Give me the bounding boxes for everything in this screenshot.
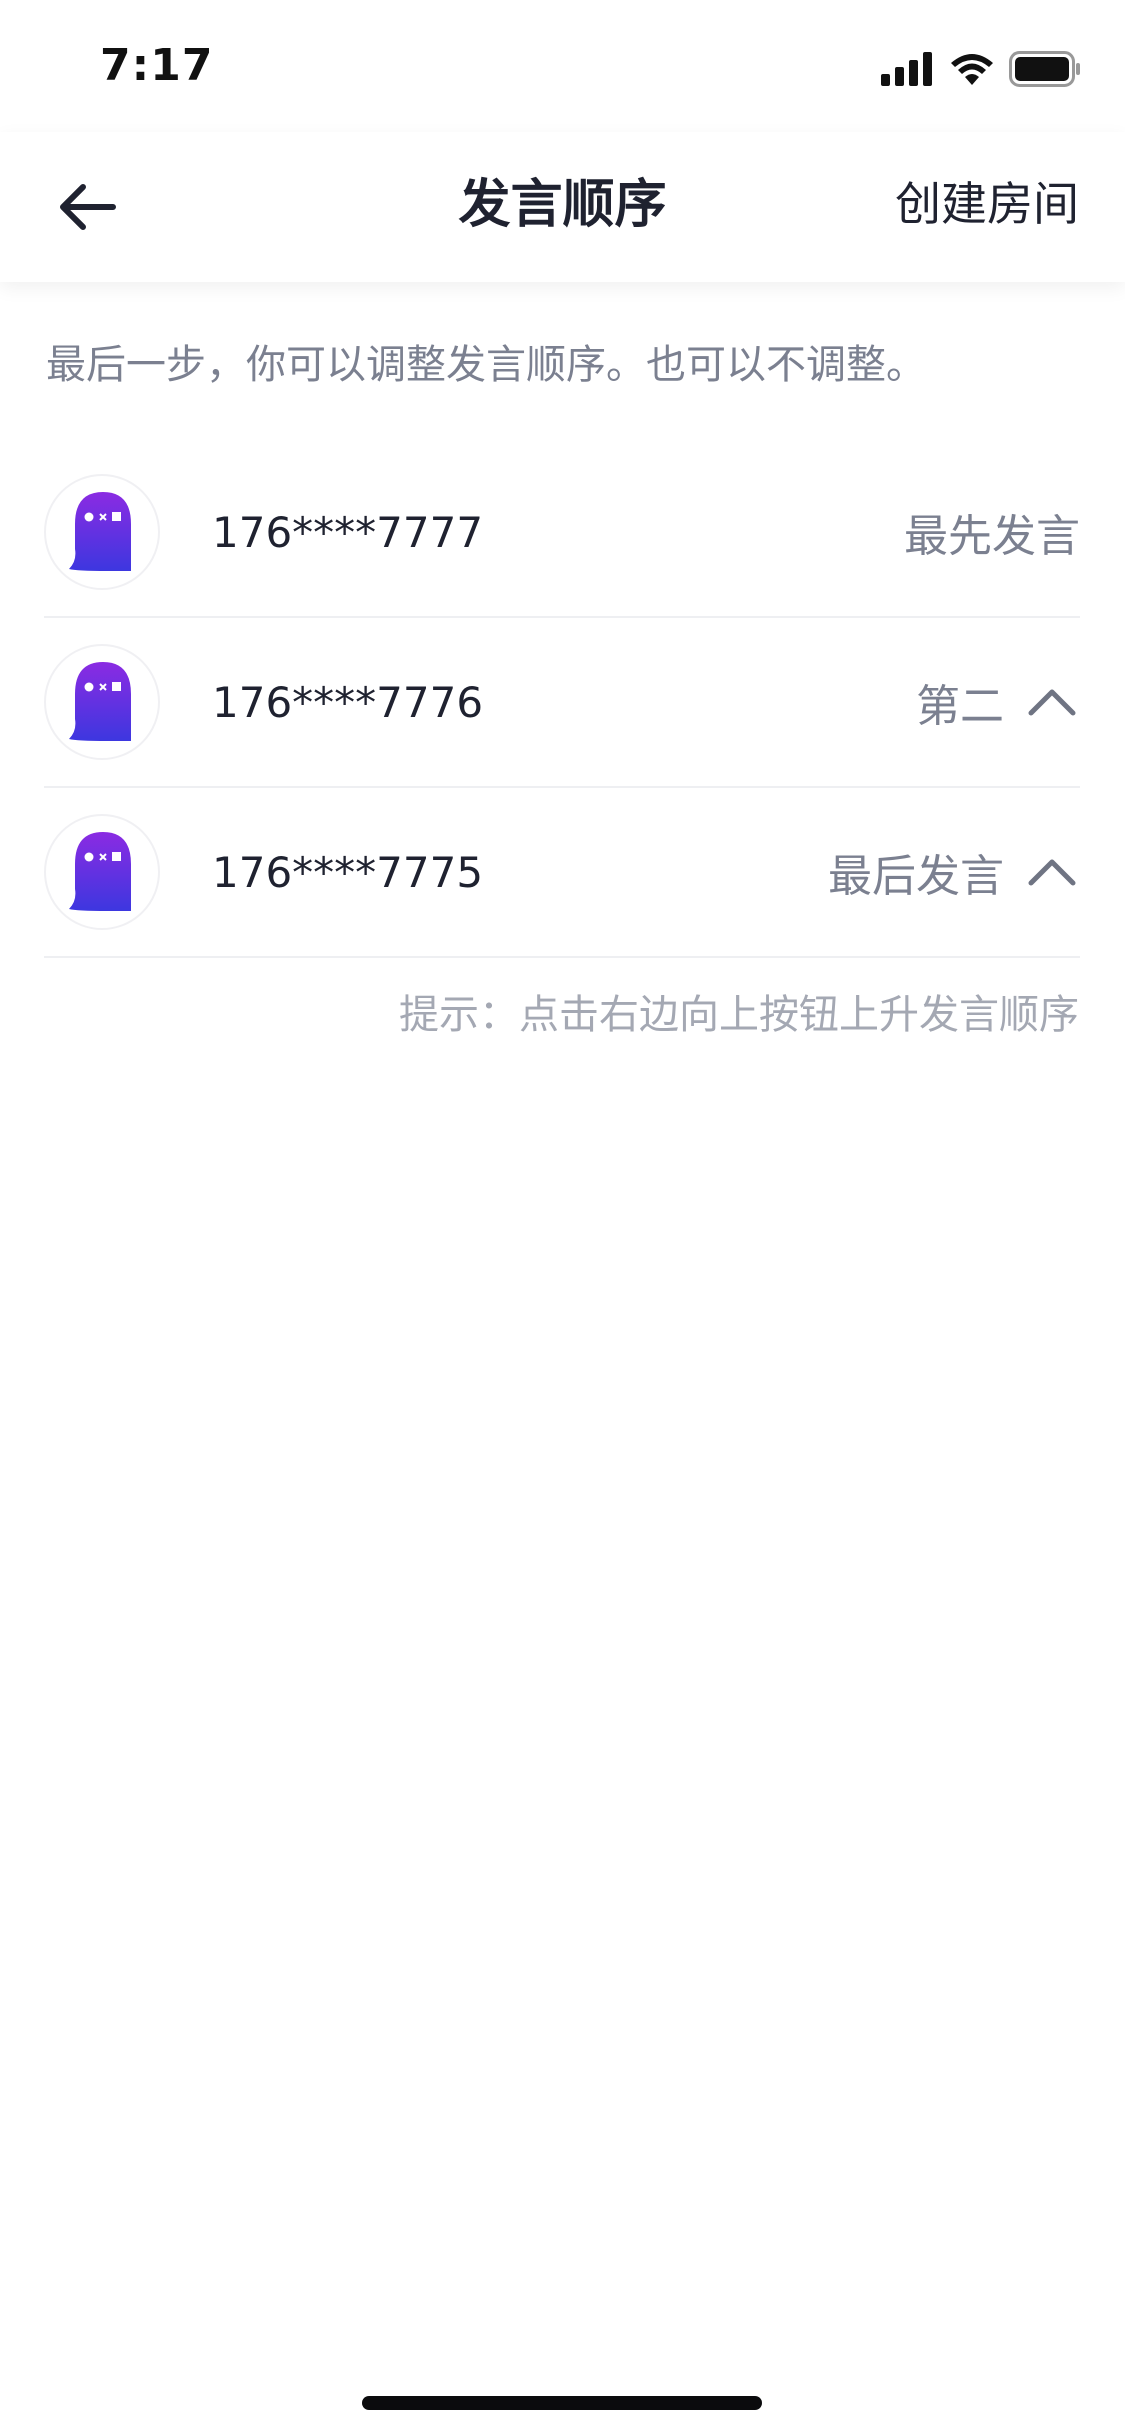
hint-text: 提示：点击右边向上按钮上升发言顺序 <box>399 992 1079 1038</box>
avatar <box>44 814 160 930</box>
signal-icon <box>881 52 932 86</box>
order-label: 最后发言 <box>828 851 1004 902</box>
user-name: 176****7777 <box>212 507 484 557</box>
nav-bar: 发言顺序 创建房间 <box>0 132 1125 282</box>
move-up-button[interactable] <box>1024 674 1080 730</box>
move-up-button[interactable] <box>1024 844 1080 900</box>
list-item: 176****7775 最后发言 <box>44 788 1080 958</box>
avatar <box>44 644 160 760</box>
order-label: 最先发言 <box>904 511 1080 562</box>
home-indicator[interactable] <box>362 2396 762 2410</box>
battery-icon <box>1009 51 1080 87</box>
user-name: 176****7776 <box>212 677 484 727</box>
status-icons <box>881 48 1081 90</box>
speaking-order-list: 176****7777 最先发言 176****7776 第二 176****7… <box>44 448 1080 958</box>
order-control: 最后发言 <box>828 840 1080 904</box>
status-bar: 7:17 <box>0 0 1125 132</box>
user-name: 176****7775 <box>212 847 484 897</box>
intro-text: 最后一步，你可以调整发言顺序。也可以不调整。 <box>46 342 926 388</box>
order-control: 最先发言 <box>904 500 1080 564</box>
create-room-button[interactable]: 创建房间 <box>895 168 1079 234</box>
ghost-avatar-icon <box>69 832 131 911</box>
list-item: 176****7776 第二 <box>44 618 1080 788</box>
wifi-icon <box>951 54 993 85</box>
chevron-up-icon <box>1028 859 1076 886</box>
status-time: 7:17 <box>100 40 214 91</box>
screen: 7:17 发言顺序 创建房间 最后一步，你可以调整发言顺序。也可以不调整。 17… <box>0 0 1125 2436</box>
order-label: 第二 <box>916 681 1004 732</box>
ghost-avatar-icon <box>69 492 131 571</box>
avatar <box>44 474 160 590</box>
ghost-avatar-icon <box>69 662 131 741</box>
chevron-up-icon <box>1028 689 1076 716</box>
order-control: 第二 <box>916 670 1080 734</box>
list-item: 176****7777 最先发言 <box>44 448 1080 618</box>
